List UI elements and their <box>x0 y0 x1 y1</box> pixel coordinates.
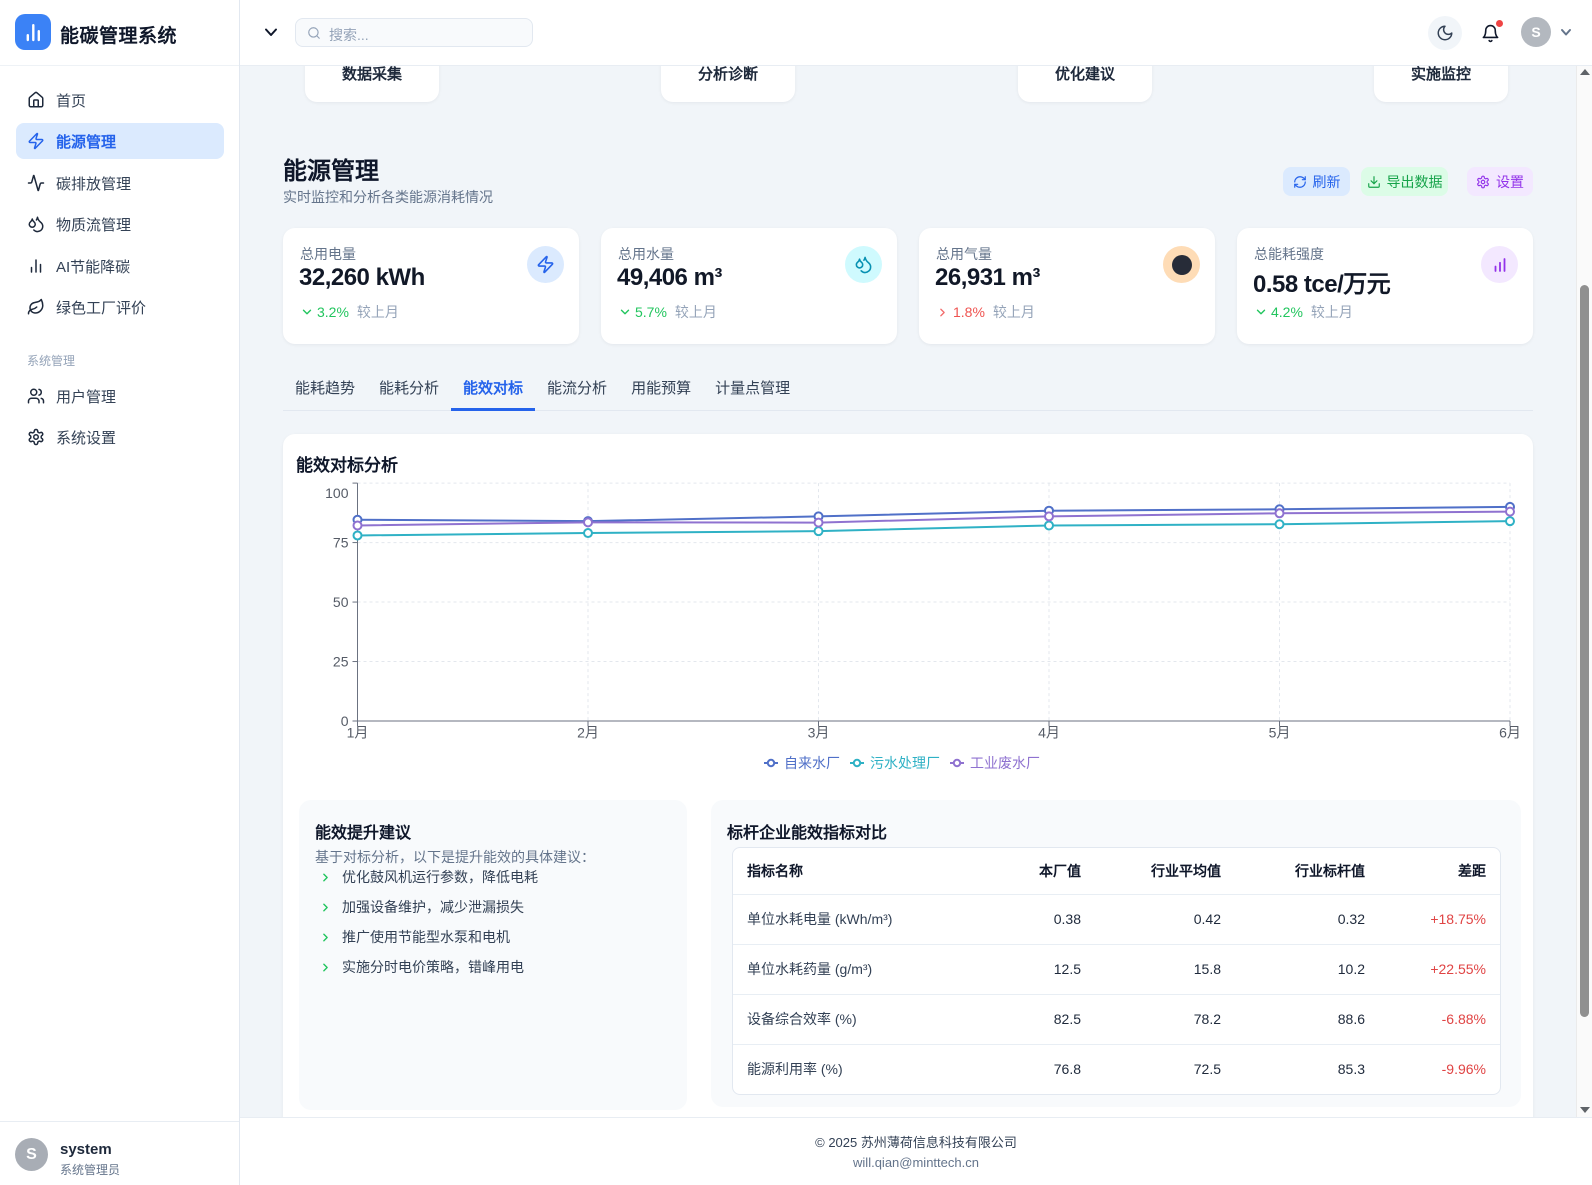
svg-text:25: 25 <box>333 654 349 670</box>
svg-text:1月: 1月 <box>347 725 369 741</box>
svg-text:100: 100 <box>325 485 349 501</box>
svg-text:50: 50 <box>333 594 349 610</box>
svg-text:75: 75 <box>333 535 349 551</box>
svg-text:4月: 4月 <box>1038 725 1060 741</box>
svg-text:3月: 3月 <box>808 725 830 741</box>
svg-text:6月: 6月 <box>1499 725 1521 741</box>
svg-text:5月: 5月 <box>1269 725 1291 741</box>
svg-text:2月: 2月 <box>577 725 599 741</box>
